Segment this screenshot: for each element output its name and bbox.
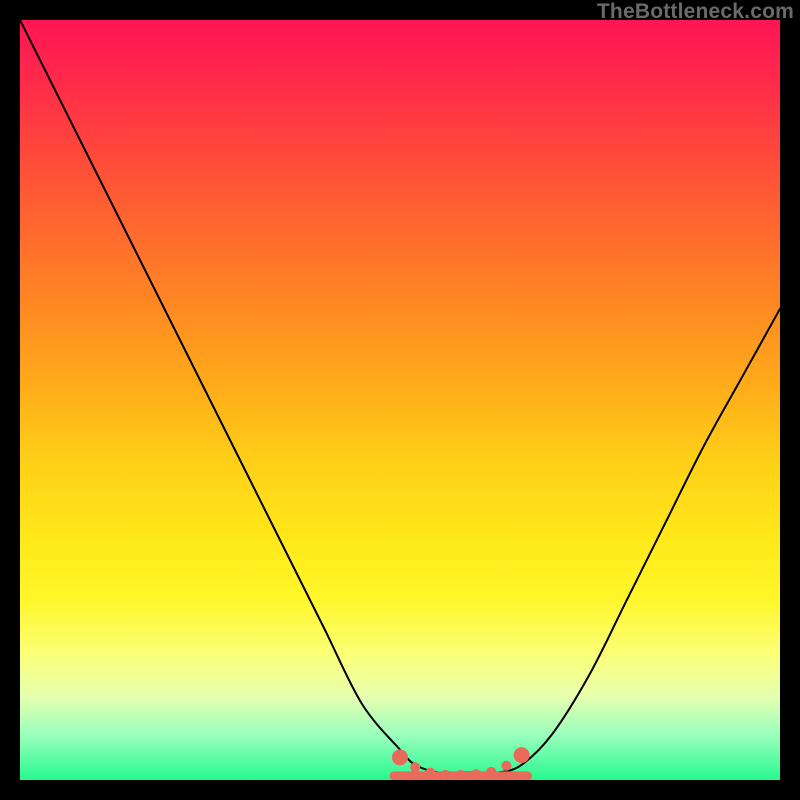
optimal-marker-dot xyxy=(486,767,496,777)
optimal-marker-dot xyxy=(441,770,451,780)
plot-area xyxy=(20,20,780,780)
bottleneck-curve-path xyxy=(20,20,780,773)
optimal-marker-dot xyxy=(410,762,420,772)
optimal-marker-dot xyxy=(425,768,435,778)
optimal-marker-dot xyxy=(501,761,511,771)
optimal-marker-dot xyxy=(392,749,408,765)
optimal-marker-dot xyxy=(514,747,530,763)
curve-layer xyxy=(20,20,780,773)
optimal-marker-dot xyxy=(471,769,481,779)
chart-stage: TheBottleneck.com xyxy=(0,0,800,800)
optimal-marker-dot xyxy=(456,770,466,780)
marker-layer xyxy=(392,747,530,780)
chart-svg xyxy=(20,20,780,780)
